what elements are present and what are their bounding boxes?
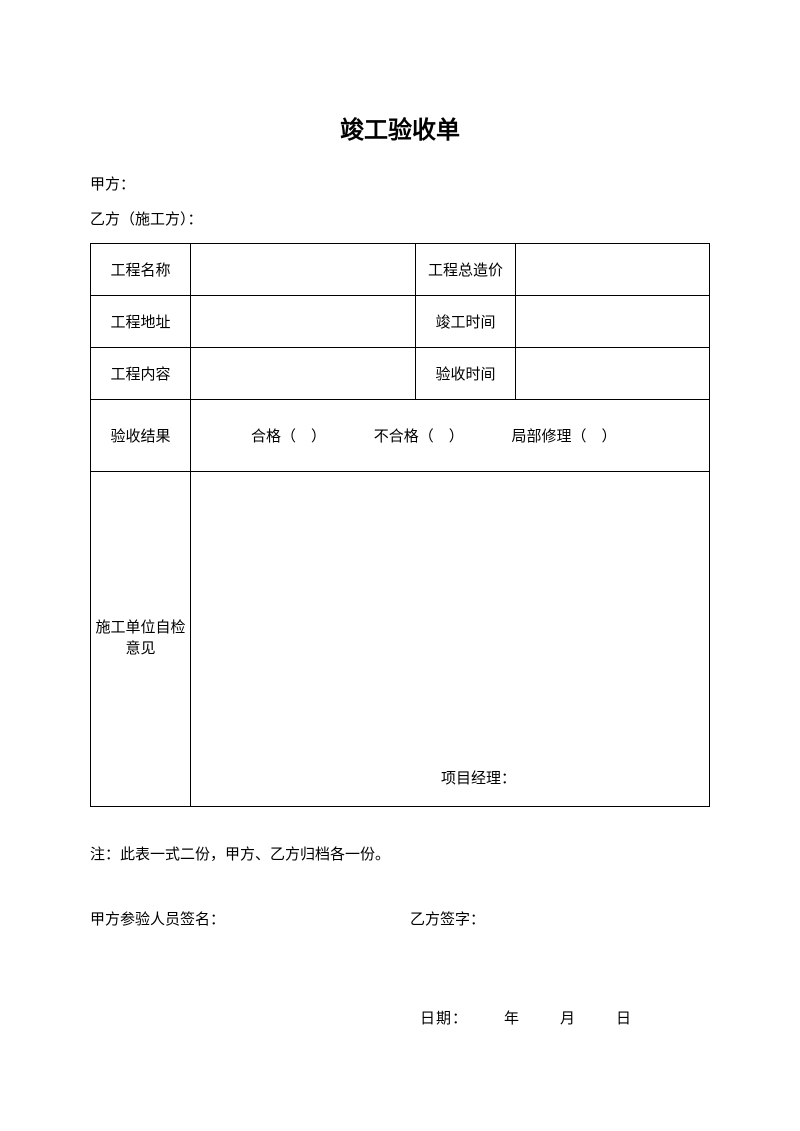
project-name-value[interactable]: [191, 244, 416, 296]
result-label: 验收结果: [91, 400, 191, 472]
month-label: 月: [560, 1007, 576, 1028]
acceptance-time-label: 验收时间: [416, 348, 516, 400]
document-title: 竣工验收单: [90, 110, 710, 145]
total-cost-label: 工程总造价: [416, 244, 516, 296]
table-row: 工程内容 验收时间: [91, 348, 710, 400]
total-cost-value[interactable]: [516, 244, 710, 296]
option-fail[interactable]: 不合格（ ）: [374, 429, 464, 445]
party-a-line: 甲方：: [90, 173, 710, 194]
acceptance-time-value[interactable]: [516, 348, 710, 400]
option-pass[interactable]: 合格（ ）: [251, 429, 326, 445]
project-name-label: 工程名称: [91, 244, 191, 296]
option-partial-repair[interactable]: 局部修理（ ）: [512, 429, 617, 445]
acceptance-table: 工程名称 工程总造价 工程地址 竣工时间 工程内容 验收时间 验收结果 合格（ …: [90, 243, 710, 807]
result-options[interactable]: 合格（ ） 不合格（ ） 局部修理（ ）: [191, 400, 710, 472]
completion-time-value[interactable]: [516, 296, 710, 348]
date-label: 日期：: [420, 1007, 468, 1028]
project-content-value[interactable]: [191, 348, 416, 400]
completion-time-label: 竣工时间: [416, 296, 516, 348]
note-text: 注：此表一式二份，甲方、乙方归档各一份。: [90, 843, 710, 864]
table-row: 验收结果 合格（ ） 不合格（ ） 局部修理（ ）: [91, 400, 710, 472]
party-b-signature-label: 乙方签字：: [410, 908, 710, 929]
table-row: 工程地址 竣工时间: [91, 296, 710, 348]
signature-row: 甲方参验人员签名： 乙方签字：: [90, 908, 710, 929]
self-check-label: 施工单位自检意见: [91, 472, 191, 807]
year-label: 年: [504, 1007, 520, 1028]
self-check-content[interactable]: 项目经理：: [191, 472, 710, 807]
table-row: 工程名称 工程总造价: [91, 244, 710, 296]
project-manager-label: 项目经理：: [441, 767, 516, 788]
party-a-signature-label: 甲方参验人员签名：: [90, 908, 410, 929]
project-content-label: 工程内容: [91, 348, 191, 400]
day-label: 日: [616, 1007, 632, 1028]
date-line: 日期： 年 月 日: [90, 1007, 710, 1028]
party-b-line: 乙方（施工方）：: [90, 208, 710, 229]
project-address-value[interactable]: [191, 296, 416, 348]
project-address-label: 工程地址: [91, 296, 191, 348]
table-row: 施工单位自检意见 项目经理：: [91, 472, 710, 807]
